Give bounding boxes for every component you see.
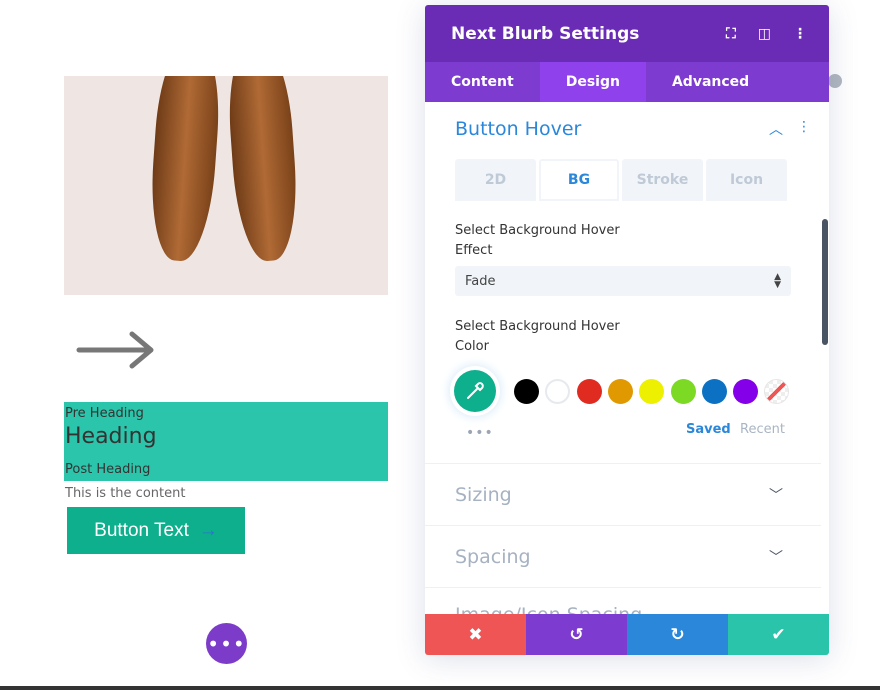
saved-tab[interactable]: Saved <box>686 422 731 437</box>
color-swatch[interactable] <box>607 379 633 404</box>
select-arrows-icon: ▲ ▼ <box>774 272 781 290</box>
post-heading: Post Heading <box>65 462 151 477</box>
color-swatch[interactable] <box>545 379 571 404</box>
section-menu-icon[interactable]: ⋮ <box>797 119 811 139</box>
recent-tab[interactable]: Recent <box>740 422 785 437</box>
chevron-down-icon: ﹀ <box>769 487 783 504</box>
color-swatch[interactable] <box>733 379 759 404</box>
undo-button[interactable]: ↺ <box>526 614 627 655</box>
arrow-right-icon <box>76 331 154 369</box>
color-swatch[interactable] <box>670 379 696 404</box>
bg-effect-label: Select Background Hover Effect <box>455 223 620 258</box>
fullscreen-icon[interactable]: ⛶ <box>726 26 736 42</box>
tab-content[interactable]: Content <box>425 62 540 102</box>
subtab-bg[interactable]: BG <box>539 159 619 201</box>
panel-header: Next Blurb Settings ⛶ ◫ ⋮ <box>425 5 829 62</box>
subtab-2d[interactable]: 2D <box>455 159 536 201</box>
section-sizing[interactable]: Sizing ﹀ <box>425 463 821 525</box>
bg-color-label: Select Background Hover Color <box>455 319 620 354</box>
color-picker-button[interactable] <box>454 370 496 412</box>
color-swatch[interactable] <box>701 379 727 404</box>
split-view-icon[interactable]: ◫ <box>758 26 771 42</box>
bottom-bar <box>0 686 880 690</box>
blurb-button[interactable]: Button Text → <box>67 507 245 554</box>
cancel-button[interactable]: ✖ <box>425 614 526 655</box>
button-label: Button Text <box>94 519 189 541</box>
content-text: This is the content <box>65 486 186 501</box>
panel-title: Next Blurb Settings <box>451 23 640 44</box>
kebab-menu-icon[interactable]: ⋮ <box>793 26 807 42</box>
color-swatch[interactable] <box>639 379 665 404</box>
tab-design[interactable]: Design <box>539 62 646 102</box>
tab-advanced[interactable]: Advanced <box>646 62 775 102</box>
color-swatch[interactable] <box>576 379 602 404</box>
save-button[interactable]: ✔ <box>728 614 829 655</box>
panel-tabs: Content Design Advanced <box>425 62 829 102</box>
heading: Heading <box>65 424 157 449</box>
shoes-image <box>64 76 388 295</box>
chevron-up-icon[interactable]: ︿ <box>769 119 783 139</box>
scrollbar[interactable] <box>822 219 828 345</box>
arrow-icon: → <box>198 519 218 541</box>
subtab-stroke[interactable]: Stroke <box>622 159 703 201</box>
eyedropper-icon <box>467 382 484 399</box>
chevron-down-icon: ﹀ <box>769 549 783 566</box>
subtab-icon[interactable]: Icon <box>706 159 787 201</box>
more-options-button[interactable]: ••• <box>206 623 247 664</box>
color-swatch[interactable] <box>764 379 790 404</box>
more-colors-icon[interactable]: ••• <box>466 425 494 441</box>
section-title[interactable]: Button Hover <box>455 118 581 140</box>
color-swatch[interactable] <box>514 379 539 404</box>
section-spacing[interactable]: Spacing ﹀ <box>425 525 821 587</box>
settings-panel: Next Blurb Settings ⛶ ◫ ⋮ Content Design… <box>425 5 829 655</box>
redo-button[interactable]: ↻ <box>627 614 728 655</box>
bg-effect-select[interactable]: Fade ▲ ▼ <box>455 266 791 296</box>
pre-heading: Pre Heading <box>65 406 144 421</box>
